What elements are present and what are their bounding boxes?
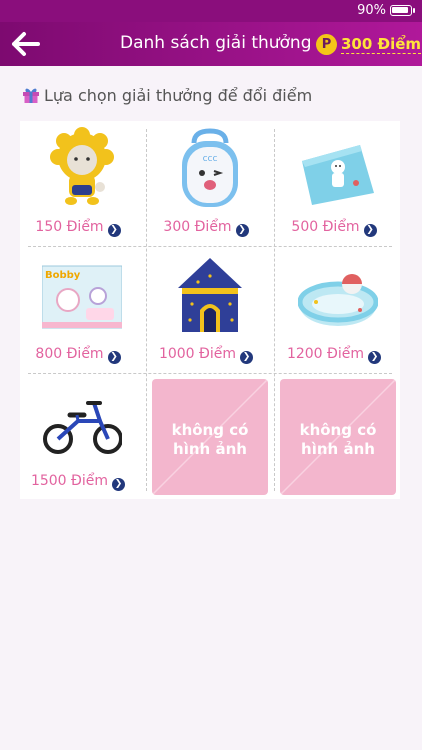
- rewards-grid: 150 Điểm ❯ ccc 300 Điểm ❯ 500 Điểm ❯ Bob…: [20, 121, 400, 499]
- chevron-right-icon: ❯: [112, 478, 126, 491]
- chevron-right-icon: ❯: [240, 351, 254, 364]
- battery-icon: [390, 5, 415, 16]
- gift-icon: [23, 88, 39, 103]
- section-heading: Lựa chọn giải thưởng để đổi điểm: [22, 84, 312, 106]
- reward-price: 300 Điểm ❯: [148, 219, 272, 237]
- chevron-right-icon: ❯: [235, 224, 249, 237]
- grid-divider: [28, 373, 392, 374]
- grid-divider: [146, 129, 147, 491]
- points-value: 300 Điểm: [341, 34, 422, 54]
- arrow-left-icon: [12, 32, 40, 56]
- svg-text:ccc: ccc: [203, 154, 218, 164]
- points-coin-icon: P: [316, 33, 337, 55]
- reward-item[interactable]: không có hình ảnh: [148, 375, 272, 499]
- reward-item[interactable]: 1000 Điểm ❯: [148, 248, 272, 372]
- app-header: Danh sách giải thưởng P 300 Điểm: [0, 22, 422, 66]
- chevron-right-icon: ❯: [107, 224, 121, 237]
- reward-item[interactable]: 1500 Điểm ❯: [20, 375, 144, 499]
- reward-price: 1200 Điểm ❯: [276, 346, 400, 364]
- placeholder-text: không có hình ảnh: [299, 421, 377, 458]
- reward-item[interactable]: Bobby 800 Điểm ❯: [20, 248, 144, 372]
- section-title: Lựa chọn giải thưởng để đổi điểm: [44, 85, 313, 105]
- page-title: Danh sách giải thưởng: [120, 33, 312, 53]
- grid-divider: [28, 246, 392, 247]
- points-balance[interactable]: P 300 Điểm: [316, 32, 422, 56]
- backpack-image: ccc: [182, 128, 238, 207]
- chevron-right-icon: ❯: [363, 224, 377, 237]
- chevron-right-icon: ❯: [107, 351, 121, 364]
- inflatable-pool-image: [298, 274, 378, 326]
- back-button[interactable]: [10, 30, 42, 58]
- reward-price: 150 Điểm ❯: [20, 219, 144, 237]
- reward-price: 800 Điểm ❯: [20, 346, 144, 364]
- bobby-giftbox-image: Bobby: [42, 265, 122, 329]
- grid-divider: [274, 129, 275, 491]
- reward-item[interactable]: 500 Điểm ❯: [276, 121, 400, 245]
- plush-toy-image: [50, 127, 114, 205]
- reward-item[interactable]: không có hình ảnh: [276, 375, 400, 499]
- no-image-placeholder: không có hình ảnh: [280, 379, 396, 495]
- battery-percent: 90%: [357, 3, 386, 18]
- placeholder-text: không có hình ảnh: [171, 421, 249, 458]
- balance-bike-image: [43, 401, 122, 454]
- reward-price: 1000 Điểm ❯: [148, 346, 272, 364]
- reward-price: 1500 Điểm ❯: [20, 473, 144, 491]
- play-tent-image: [178, 258, 242, 332]
- svg-text:Bobby: Bobby: [45, 270, 81, 281]
- reward-price: 500 Điểm ❯: [276, 219, 400, 237]
- reward-item[interactable]: 1200 Điểm ❯: [276, 248, 400, 372]
- reward-item[interactable]: ccc 300 Điểm ❯: [148, 121, 272, 245]
- reward-item[interactable]: 150 Điểm ❯: [20, 121, 144, 245]
- no-image-placeholder: không có hình ảnh: [152, 379, 268, 495]
- baby-towel-image: [302, 145, 374, 205]
- status-bar: 90%: [0, 0, 422, 22]
- chevron-right-icon: ❯: [368, 351, 382, 364]
